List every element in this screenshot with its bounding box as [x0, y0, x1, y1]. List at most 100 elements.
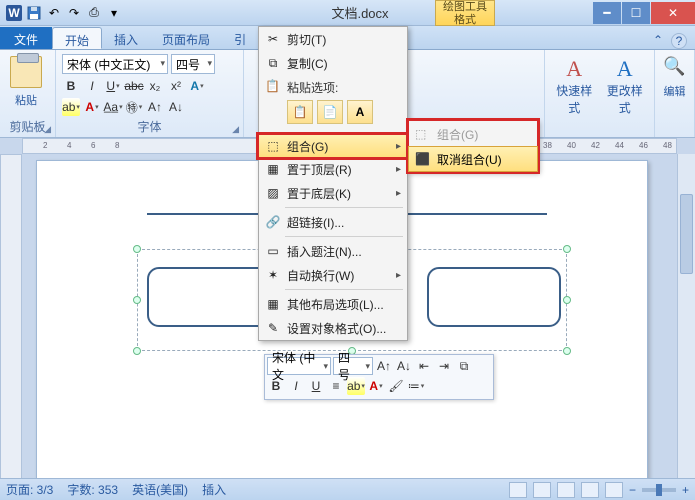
tooltab-title: 绘图工具 — [436, 1, 494, 14]
ruler-tick: 42 — [591, 141, 600, 150]
enclose-button[interactable]: ㊕ — [125, 98, 143, 116]
mini-font-color[interactable]: A — [367, 377, 385, 395]
highlight-button[interactable]: ab — [62, 98, 80, 116]
wrap-icon: ✶ — [265, 268, 281, 282]
view-full-screen[interactable] — [533, 482, 551, 498]
mini-format-painter[interactable]: 🖌 — [387, 377, 405, 395]
vertical-ruler[interactable] — [0, 154, 22, 482]
status-insert-mode[interactable]: 插入 — [202, 481, 226, 498]
change-styles-icon: A — [602, 56, 649, 82]
qat-print-icon[interactable]: ⎙ — [86, 5, 102, 21]
paste-option-merge[interactable]: 📄 — [317, 100, 343, 124]
underline-button[interactable]: U — [104, 77, 122, 95]
qat-dropdown-icon[interactable]: ▾ — [106, 5, 122, 21]
font-dialog-launcher[interactable]: ◢ — [232, 124, 239, 135]
menu-caption[interactable]: ▭插入题注(N)... — [259, 239, 407, 263]
paste-option-source[interactable]: 📋 — [287, 100, 313, 124]
quick-styles-label: 快速样式 — [551, 82, 598, 116]
editing-label: 编辑 — [661, 83, 688, 99]
scrollbar-thumb[interactable] — [680, 194, 693, 274]
superscript-button[interactable]: x² — [167, 77, 185, 95]
menu-more-layout[interactable]: ▦其他布局选项(L)... — [259, 292, 407, 316]
submenu-ungroup-label: 取消组合(U) — [437, 151, 502, 168]
zoom-slider[interactable] — [642, 488, 676, 492]
status-word-count[interactable]: 字数: 353 — [67, 481, 118, 498]
clipboard-dialog-launcher[interactable]: ◢ — [44, 124, 51, 135]
resize-handle[interactable] — [563, 245, 571, 253]
copy-icon: ⧉ — [265, 56, 281, 71]
italic-button[interactable]: I — [83, 77, 101, 95]
tab-file[interactable]: 文件 — [0, 27, 52, 49]
font-color-button[interactable]: A — [83, 98, 101, 116]
quick-styles-button[interactable]: A 快速样式 — [551, 56, 598, 137]
resize-handle[interactable] — [563, 347, 571, 355]
zoom-out-button[interactable]: − — [629, 483, 636, 497]
menu-hyperlink[interactable]: 🔗超链接(I)... — [259, 210, 407, 234]
tooltab-format[interactable]: 格式 — [436, 14, 494, 27]
view-web-layout[interactable] — [557, 482, 575, 498]
bold-button[interactable]: B — [62, 77, 80, 95]
find-icon[interactable]: 🔍 — [661, 56, 688, 77]
mini-bullets[interactable]: ≔ — [407, 377, 425, 395]
ribbon-minimize-icon[interactable]: ⌃ — [653, 33, 663, 49]
paste-option-text[interactable]: A — [347, 100, 373, 124]
quick-access-toolbar: W ↶ ↷ ⎙ ▾ — [0, 5, 128, 21]
save-icon[interactable] — [26, 5, 42, 21]
menu-format-object[interactable]: ✎设置对象格式(O)... — [259, 316, 407, 340]
change-styles-button[interactable]: A 更改样式 — [602, 56, 649, 137]
view-draft[interactable] — [605, 482, 623, 498]
maximize-button[interactable]: ☐ — [622, 2, 650, 24]
resize-handle[interactable] — [563, 296, 571, 304]
caption-icon: ▭ — [265, 244, 281, 258]
clipboard-group-label: 剪贴板 — [9, 120, 45, 134]
mini-increase-indent[interactable]: ⇥ — [435, 357, 453, 375]
menu-wrap[interactable]: ✶自动换行(W)▸ — [259, 263, 407, 287]
shrink-font-button[interactable]: A↓ — [167, 98, 185, 116]
view-print-layout[interactable] — [509, 482, 527, 498]
grow-font-button[interactable]: A↑ — [146, 98, 164, 116]
strike-button[interactable]: abc — [125, 77, 143, 95]
font-size-combo[interactable]: 四号▾ — [171, 54, 215, 74]
mini-shrink-font[interactable]: A↓ — [395, 357, 413, 375]
ruler-tick: 40 — [567, 141, 576, 150]
tab-insert[interactable]: 插入 — [102, 27, 150, 49]
mini-grow-font[interactable]: A↑ — [375, 357, 393, 375]
undo-icon[interactable]: ↶ — [46, 5, 62, 21]
char-shading-button[interactable]: A̲a̲ — [104, 98, 122, 116]
mini-copy-icon[interactable]: ⧉ — [455, 357, 473, 375]
status-page[interactable]: 页面: 3/3 — [6, 481, 53, 498]
menu-bring-front[interactable]: ▦置于顶层(R)▸ — [259, 157, 407, 181]
view-outline[interactable] — [581, 482, 599, 498]
subscript-button[interactable]: x₂ — [146, 77, 164, 95]
submenu-ungroup[interactable]: ⬛取消组合(U) — [408, 146, 538, 172]
tab-page-layout[interactable]: 页面布局 — [150, 27, 222, 49]
mini-decrease-indent[interactable]: ⇤ — [415, 357, 433, 375]
resize-handle[interactable] — [133, 296, 141, 304]
close-button[interactable]: ✕ — [651, 2, 695, 24]
paste-button[interactable]: 粘贴 — [6, 54, 46, 108]
help-icon[interactable]: ? — [671, 33, 687, 49]
tab-references[interactable]: 引 — [222, 27, 258, 49]
resize-handle[interactable] — [133, 245, 141, 253]
status-language[interactable]: 英语(美国) — [132, 481, 188, 498]
menu-copy[interactable]: ⧉复制(C) — [259, 51, 407, 75]
mini-font-combo[interactable]: 宋体 (中文▾ — [267, 357, 331, 375]
menu-cut[interactable]: ✂剪切(T) — [259, 27, 407, 51]
zoom-slider-knob[interactable] — [656, 484, 662, 496]
mini-size-combo[interactable]: 四号▾ — [333, 357, 373, 375]
layout-icon: ▦ — [265, 297, 281, 311]
text-effects-button[interactable]: A — [188, 77, 206, 95]
word-app-icon: W — [6, 5, 22, 21]
font-name-combo[interactable]: 宋体 (中文正文)▾ — [62, 54, 168, 74]
menu-group[interactable]: ⬚组合(G)▸ — [258, 134, 408, 158]
redo-icon[interactable]: ↷ — [66, 5, 82, 21]
menu-send-back[interactable]: ▨置于底层(K)▸ — [259, 181, 407, 205]
minimize-button[interactable]: ━ — [593, 2, 621, 24]
submenu-group-label: 组合(G) — [437, 126, 478, 143]
title-bar: W ↶ ↷ ⎙ ▾ 文档.docx 绘图工具 格式 ━ ☐ ✕ — [0, 0, 695, 26]
zoom-in-button[interactable]: + — [682, 483, 689, 497]
vertical-scrollbar[interactable] — [677, 154, 695, 482]
rounded-rect-2[interactable] — [427, 267, 561, 327]
resize-handle[interactable] — [133, 347, 141, 355]
tab-home[interactable]: 开始 — [52, 27, 102, 49]
